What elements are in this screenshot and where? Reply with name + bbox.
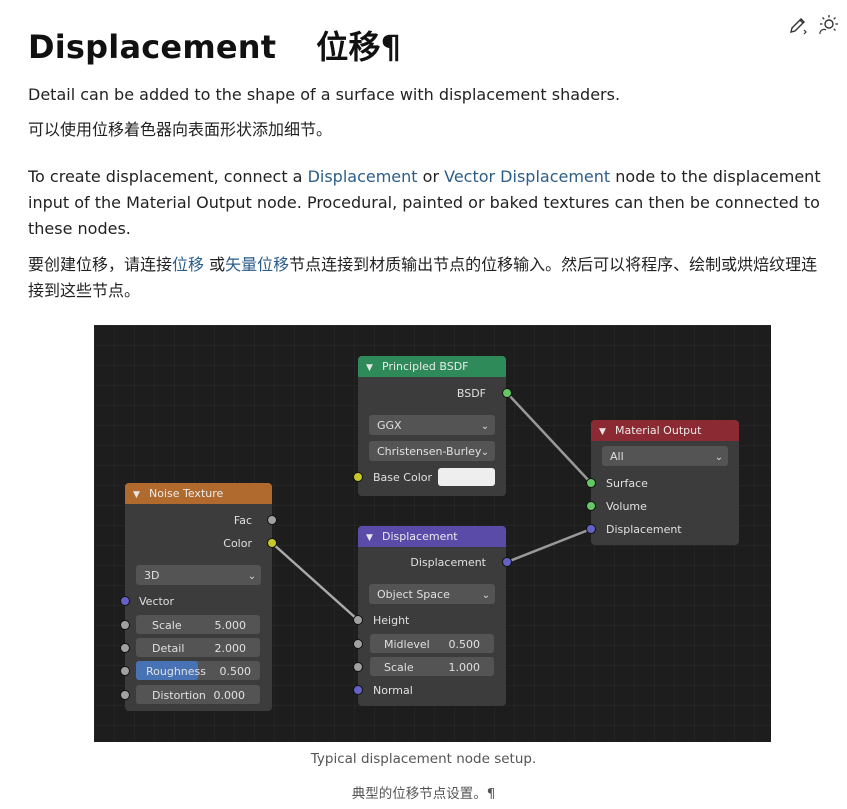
svg-text:0.500: 0.500 [449, 638, 481, 651]
chevron-down-icon: ⌄ [481, 447, 489, 458]
midlevel-socket[interactable] [353, 639, 363, 649]
color-output-socket[interactable] [267, 538, 277, 548]
distortion-socket[interactable] [120, 690, 130, 700]
base-color-socket[interactable] [353, 472, 363, 482]
svg-text:Fac: Fac [234, 514, 252, 527]
collapse-arrow-icon: ▼ [366, 533, 373, 543]
svg-text:5.000: 5.000 [215, 619, 247, 632]
distribution-dropdown[interactable]: GGX ⌄ [369, 415, 495, 435]
create-paragraph-zh: 要创建位移，请连接位移 或矢量位移节点连接到材质输出节点的位移输入。然后可以将程… [28, 255, 818, 300]
svg-text:Distortion: Distortion [152, 689, 206, 702]
node-title: Displacement [382, 530, 458, 543]
scale-socket[interactable] [120, 620, 130, 630]
displacement-output-socket[interactable] [502, 557, 512, 567]
svg-text:Object Space: Object Space [377, 588, 450, 601]
roughness-slider[interactable]: Roughness 0.500 [136, 661, 260, 680]
svg-text:Volume: Volume [606, 500, 647, 513]
roughness-socket[interactable] [120, 666, 130, 676]
svg-text:Normal: Normal [373, 684, 413, 697]
figure-caption: Typical displacement node setup. [310, 751, 537, 767]
node-title: Principled BSDF [382, 360, 469, 373]
figure-caption-zh: 典型的位移节点设置。¶ [351, 786, 496, 802]
vector-socket[interactable] [120, 596, 130, 606]
svg-text:0.000: 0.000 [214, 689, 246, 702]
target-dropdown[interactable]: All ⌄ [602, 446, 728, 466]
node-title: Material Output [615, 424, 702, 437]
displacement-link-zh[interactable]: 位移 [172, 255, 204, 274]
material-output-node[interactable]: ▼ Material Output All ⌄ Surface Volume D… [586, 420, 740, 545]
displacement-node[interactable]: ▼ Displacement Displacement Object Space… [353, 526, 512, 706]
displacement-link[interactable]: Displacement [308, 167, 418, 186]
svg-text:Displacement: Displacement [410, 556, 486, 569]
collapse-arrow-icon: ▼ [599, 427, 606, 437]
svg-text:0.500: 0.500 [220, 665, 252, 678]
node-title: Noise Texture [149, 487, 224, 500]
height-socket[interactable] [353, 615, 363, 625]
collapse-arrow-icon: ▼ [366, 363, 373, 373]
svg-text:Midlevel: Midlevel [384, 638, 430, 651]
detail-socket[interactable] [120, 643, 130, 653]
dimensions-dropdown[interactable]: 3D ⌄ [136, 565, 261, 585]
svg-text:1.000: 1.000 [449, 661, 481, 674]
scale-field[interactable]: Scale 1.000 [370, 657, 494, 676]
base-color-swatch[interactable] [438, 468, 495, 486]
svg-text:Color: Color [223, 537, 252, 550]
volume-socket[interactable] [586, 501, 596, 511]
vector-displacement-link[interactable]: Vector Displacement [444, 167, 610, 186]
intro-paragraph: Detail can be added to the shape of a su… [28, 85, 621, 104]
chevron-down-icon: ⌄ [248, 571, 256, 582]
surface-socket[interactable] [586, 478, 596, 488]
svg-text:Christensen-Burley: Christensen-Burley [377, 445, 482, 458]
bsdf-output-socket[interactable] [502, 388, 512, 398]
svg-text:2.000: 2.000 [215, 642, 247, 655]
sun-icon[interactable] [817, 14, 839, 36]
edit-icon[interactable] [787, 14, 809, 36]
headerlink[interactable]: ¶ [381, 28, 402, 66]
detail-field[interactable]: Detail 2.000 [136, 638, 260, 657]
socket-label: BSDF [457, 387, 486, 400]
svg-text:Roughness: Roughness [146, 665, 206, 678]
distortion-field[interactable]: Distortion 0.000 [136, 685, 260, 704]
fac-output-socket[interactable] [267, 515, 277, 525]
noise-texture-node[interactable]: ▼ Noise Texture Fac Color 3D ⌄ Vector Sc… [120, 483, 277, 711]
svg-text:Scale: Scale [384, 661, 414, 674]
vector-displacement-link-zh[interactable]: 矢量位移 [225, 255, 289, 274]
chevron-down-icon: ⌄ [481, 421, 489, 432]
svg-text:Surface: Surface [606, 477, 648, 490]
collapse-arrow-icon: ▼ [133, 490, 140, 500]
scale-field[interactable]: Scale 5.000 [136, 615, 260, 634]
svg-text:GGX: GGX [377, 419, 402, 432]
chevron-down-icon: ⌄ [482, 590, 490, 601]
svg-text:Height: Height [373, 614, 410, 627]
create-paragraph: To create displacement, connect a Displa… [28, 167, 821, 238]
page-toolbar [787, 14, 839, 36]
normal-socket[interactable] [353, 685, 363, 695]
svg-text:Displacement: Displacement [606, 523, 682, 536]
space-dropdown[interactable]: Object Space ⌄ [369, 584, 495, 604]
svg-text:Vector: Vector [139, 595, 175, 608]
subsurface-dropdown[interactable]: Christensen-Burley ⌄ [369, 441, 495, 461]
svg-text:3D: 3D [144, 569, 159, 582]
displacement-input-socket[interactable] [586, 524, 596, 534]
svg-text:Detail: Detail [152, 642, 184, 655]
principled-bsdf-node[interactable]: ▼ Principled BSDF BSDF GGX ⌄ Christensen… [353, 356, 512, 496]
node-setup-figure: ▼ Principled BSDF BSDF GGX ⌄ Christensen… [94, 325, 771, 742]
midlevel-field[interactable]: Midlevel 0.500 [370, 634, 494, 653]
chevron-down-icon: ⌄ [715, 452, 723, 463]
svg-text:All: All [610, 450, 624, 463]
scale-socket[interactable] [353, 662, 363, 672]
svg-text:Base Color: Base Color [373, 471, 432, 484]
headerlink[interactable]: ¶ [487, 786, 496, 802]
intro-paragraph-zh: 可以使用位移着色器向表面形状添加细节。 [28, 120, 333, 139]
page-title: Displacement 位移¶ [28, 28, 402, 66]
svg-text:Scale: Scale [152, 619, 182, 632]
